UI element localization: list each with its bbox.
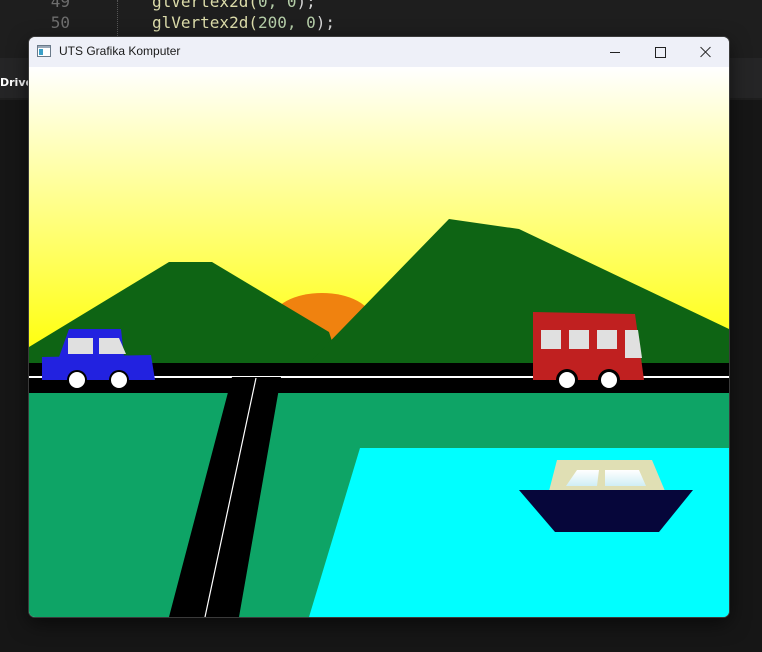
app-window-icon xyxy=(37,45,51,57)
opengl-canvas[interactable] xyxy=(29,67,729,617)
minimize-icon xyxy=(610,51,620,53)
boat-window xyxy=(605,470,646,486)
car-body xyxy=(42,355,155,380)
title-bar[interactable]: UTS Grafika Komputer xyxy=(29,37,729,67)
line-number: 49 xyxy=(50,0,70,11)
close-icon xyxy=(700,46,712,58)
maximize-icon xyxy=(654,46,666,58)
code-args: 0, 0 xyxy=(257,0,297,11)
code-function: glVertex2d( xyxy=(152,13,258,32)
maximize-button[interactable] xyxy=(637,37,683,67)
bus-wheel xyxy=(601,372,617,388)
minimize-button[interactable] xyxy=(592,37,638,67)
car-wheel xyxy=(69,372,85,388)
car-wheel xyxy=(111,372,127,388)
code-end: ); xyxy=(296,0,316,11)
code-end: ); xyxy=(315,13,336,32)
scene-drawing xyxy=(29,67,729,617)
bus-wheel xyxy=(559,372,575,388)
code-line[interactable]: glVertex2d(200, 0); xyxy=(152,13,335,32)
bus xyxy=(533,312,644,391)
indent-guide xyxy=(117,0,118,36)
car-window xyxy=(68,338,93,354)
window-title: UTS Grafika Komputer xyxy=(59,44,181,58)
code-function: glVertex2d( xyxy=(152,0,258,11)
bus-window xyxy=(541,330,561,349)
line-number: 50 xyxy=(50,13,70,32)
bus-window xyxy=(569,330,589,349)
bus-window xyxy=(597,330,617,349)
editor-gutter: 49 50 xyxy=(0,0,105,40)
close-button[interactable] xyxy=(683,37,729,67)
code-line[interactable]: glVertex2d(0, 0); xyxy=(152,0,316,11)
app-window[interactable]: UTS Grafika Komputer xyxy=(29,37,729,617)
code-args: 200, 0 xyxy=(257,13,316,32)
lake xyxy=(309,448,729,617)
